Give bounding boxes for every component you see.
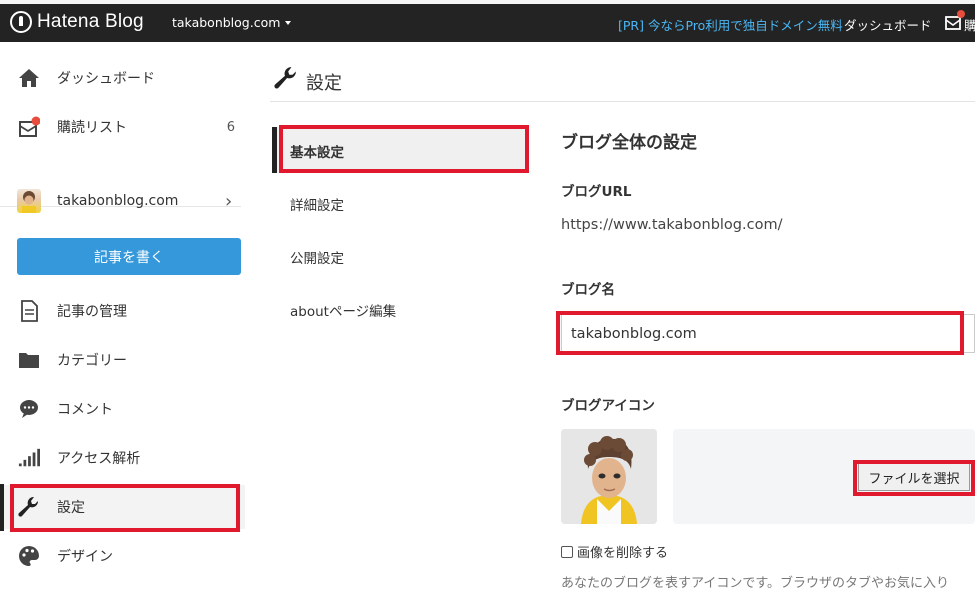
sidebar-item-design[interactable]: デザイン: [0, 534, 245, 578]
dashboard-link[interactable]: ダッシュボード: [844, 15, 932, 34]
sidebar-item-reading-list[interactable]: 購読リスト 6: [0, 105, 245, 149]
sidebar-label: デザイン: [57, 549, 113, 565]
blog-selector-label: takabonblog.com: [172, 15, 281, 30]
sidebar-label: takabonblog.com: [57, 193, 179, 209]
section-title: ブログ全体の設定: [561, 133, 697, 153]
document-icon: [18, 300, 40, 322]
delete-image-label: 画像を削除する: [577, 546, 669, 561]
subnav-active-indicator: [272, 127, 277, 173]
highlight-box: [10, 484, 240, 532]
palette-icon: [18, 545, 40, 567]
chevron-right-icon: ›: [225, 190, 233, 212]
top-bar: Hatena Blog takabonblog.com [PR] 今ならPro利…: [0, 0, 975, 42]
bar-chart-icon: [18, 447, 40, 469]
caret-down-icon: [285, 20, 292, 25]
write-article-button[interactable]: 記事を書く: [17, 238, 241, 275]
blog-url-value: https://www.takabonblog.com/: [561, 217, 783, 233]
sidebar-label: コメント: [57, 402, 113, 418]
blog-name-label: ブログ名: [561, 282, 615, 298]
delete-image-option[interactable]: 画像を削除する: [561, 542, 668, 561]
page-title: 設定: [306, 73, 342, 94]
avatar: [17, 189, 41, 213]
highlight-box: [279, 125, 529, 173]
main-header: [270, 58, 975, 102]
tab-detail-settings[interactable]: 詳細設定: [290, 194, 344, 214]
folder-icon: [18, 349, 40, 371]
sidebar-label: 購読リスト: [57, 120, 127, 136]
sidebar-item-articles[interactable]: 記事の管理: [0, 289, 245, 333]
reading-count-badge: 6: [226, 119, 235, 135]
tab-publish-settings[interactable]: 公開設定: [290, 247, 344, 267]
delete-image-checkbox[interactable]: [561, 545, 573, 558]
subscription-icon[interactable]: [945, 10, 965, 30]
pro-promo-link[interactable]: [PR] 今ならPro利用で独自ドメイン無料: [618, 15, 843, 34]
highlight-box: [556, 311, 964, 355]
mail-icon: [18, 116, 40, 138]
hatena-logo[interactable]: Hatena Blog: [10, 9, 144, 35]
subscription-link[interactable]: 購: [964, 15, 975, 34]
sidebar-label: 記事の管理: [57, 304, 127, 320]
logo-text: Hatena Blog: [37, 11, 144, 32]
wrench-icon: [274, 66, 298, 90]
tab-about-page[interactable]: aboutページ編集: [290, 300, 396, 320]
sidebar-item-dashboard[interactable]: ダッシュボード: [0, 56, 245, 100]
sidebar-item-analytics[interactable]: アクセス解析: [0, 436, 245, 480]
sidebar-item-comments[interactable]: コメント: [0, 387, 245, 431]
blog-url-label: ブログURL: [561, 184, 632, 200]
icon-help-text: あなたのブログを表すアイコンです。ブラウザのタブやお気に入り: [561, 576, 950, 591]
sidebar-label: カテゴリー: [57, 353, 127, 369]
comment-icon: [18, 398, 40, 420]
blog-icon-label: ブログアイコン: [561, 398, 655, 414]
sidebar-item-blog[interactable]: takabonblog.com ›: [0, 179, 245, 223]
hatena-logo-icon: [10, 11, 32, 33]
blog-selector[interactable]: takabonblog.com: [172, 15, 292, 30]
top-strip: [0, 0, 975, 4]
sidebar-item-categories[interactable]: カテゴリー: [0, 338, 245, 382]
sidebar-label: ダッシュボード: [57, 71, 155, 87]
blog-icon-preview: [561, 429, 657, 524]
highlight-box: [853, 460, 975, 496]
sidebar-label: アクセス解析: [57, 451, 141, 467]
home-icon: [18, 67, 40, 89]
active-indicator: [0, 484, 4, 531]
